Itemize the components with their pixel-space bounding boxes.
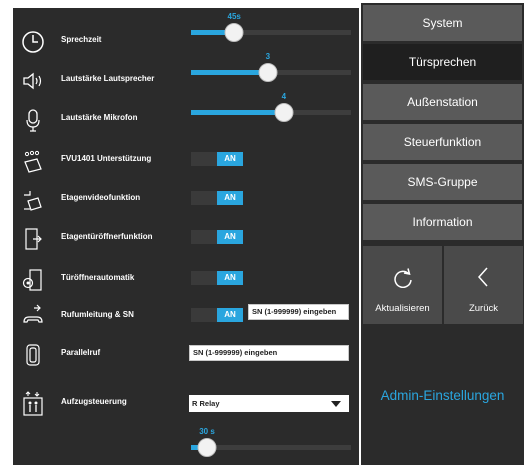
menu-item-aussenstation[interactable]: Außenstation — [363, 84, 522, 120]
menu-item-system[interactable]: System — [363, 5, 522, 41]
elevator-icon — [21, 391, 45, 417]
etagenvideo-row: Etagenvideofunktion AN — [13, 183, 359, 219]
slider-knob[interactable] — [258, 63, 278, 82]
lautsprecher-value: 3 — [265, 52, 271, 61]
menu-item-information[interactable]: Information — [363, 204, 522, 240]
door-opener-icon — [21, 226, 45, 252]
etagenvideo-toggle[interactable]: AN — [191, 191, 243, 205]
parallel-call-icon — [21, 342, 45, 368]
slider-knob[interactable] — [224, 23, 244, 42]
chevron-left-icon — [444, 266, 523, 288]
rufumleitung-sn-input[interactable]: SN (1-999999) eingeben — [248, 304, 349, 320]
aufzug-row: Aufzugsteuerung R Relay — [13, 387, 359, 423]
tueroeffner-toggle[interactable]: AN — [191, 271, 243, 285]
fvu-toggle[interactable]: AN — [191, 152, 243, 166]
mikrofon-value: 4 — [281, 92, 287, 101]
camera-module-icon — [21, 148, 45, 174]
menu-item-tuersprechen[interactable]: Türsprechen — [363, 44, 522, 80]
etagenvideo-label: Etagenvideofunktion — [61, 193, 141, 202]
aufzug-label: Aufzugsteuerung — [61, 397, 127, 406]
rufumleitung-row: Rufumleitung & SN AN SN (1-999999) einge… — [13, 300, 359, 336]
rufumleitung-label: Rufumleitung & SN — [61, 310, 134, 319]
toggle-state: AN — [217, 230, 243, 244]
back-button[interactable]: Zurück — [444, 246, 523, 324]
menu-item-steuerfunktion[interactable]: Steuerfunktion — [363, 124, 522, 160]
parallelruf-sn-input[interactable]: SN (1-999999) eingeben — [189, 345, 349, 361]
toggle-state: AN — [217, 308, 243, 322]
sprechzeit-label: Sprechzeit — [61, 35, 102, 44]
tueroeffner-label: Türöffnerautomatik — [61, 273, 135, 282]
etagentuer-row: Etagentüröffnerfunktion AN — [13, 222, 359, 258]
parallelruf-label: Parallelruf — [61, 348, 101, 357]
back-label: Zurück — [468, 303, 499, 314]
menu-item-sms-gruppe[interactable]: SMS-Gruppe — [363, 164, 522, 200]
toggle-state: AN — [217, 191, 243, 205]
floor-video-icon — [21, 187, 45, 213]
slider-fill — [191, 70, 268, 75]
speaker-icon — [21, 68, 45, 94]
lautsprecher-label: Lautstärke Lautsprecher — [61, 74, 155, 83]
settings-panel: Sprechzeit 45s Lautstärke Lautsprecher 3 — [13, 8, 359, 465]
refresh-label: Aktualisieren — [375, 303, 430, 314]
aufzug-select[interactable]: R Relay — [189, 395, 349, 412]
clock-icon — [21, 29, 45, 55]
slider-knob[interactable] — [274, 103, 294, 122]
fvu-label: FVU1401 Unterstützung — [61, 154, 152, 163]
aufzug-selected-value: R Relay — [192, 399, 220, 408]
etagentuer-label: Etagentüröffnerfunktion — [61, 232, 153, 241]
chevron-down-icon — [331, 401, 341, 407]
fvu-row: FVU1401 Unterstützung AN — [13, 144, 359, 180]
section-title: Admin-Einstellungen — [380, 388, 505, 403]
aufzug-time-slider[interactable]: 30 s — [191, 427, 351, 457]
microphone-icon — [21, 107, 45, 133]
sprechzeit-value: 45s — [227, 12, 241, 21]
parallelruf-row: Parallelruf SN (1-999999) eingeben — [13, 338, 359, 374]
slider-fill — [191, 110, 284, 115]
refresh-button[interactable]: Aktualisieren — [363, 246, 442, 324]
auto-door-icon — [21, 267, 45, 293]
mikrofon-row: Lautstärke Mikrofon 4 — [13, 92, 359, 139]
navigation-panel: System Türsprechen Außenstation Steuerfu… — [361, 3, 524, 465]
mikrofon-slider[interactable]: 4 — [191, 92, 351, 122]
app-window: Sprechzeit 45s Lautstärke Lautsprecher 3 — [0, 0, 531, 468]
sprechzeit-slider[interactable]: 45s — [191, 12, 351, 42]
aufzug-time-value: 30 s — [199, 427, 215, 436]
call-forward-icon — [21, 304, 45, 330]
toggle-state: AN — [217, 271, 243, 285]
etagentuer-toggle[interactable]: AN — [191, 230, 243, 244]
tueroeffner-row: Türöffnerautomatik AN — [13, 263, 359, 299]
slider-knob[interactable] — [197, 438, 217, 457]
rufumleitung-toggle[interactable]: AN — [191, 308, 243, 322]
refresh-icon — [363, 266, 442, 289]
toggle-state: AN — [217, 152, 243, 166]
mikrofon-label: Lautstärke Mikrofon — [61, 113, 138, 122]
lautsprecher-slider[interactable]: 3 — [191, 52, 351, 82]
